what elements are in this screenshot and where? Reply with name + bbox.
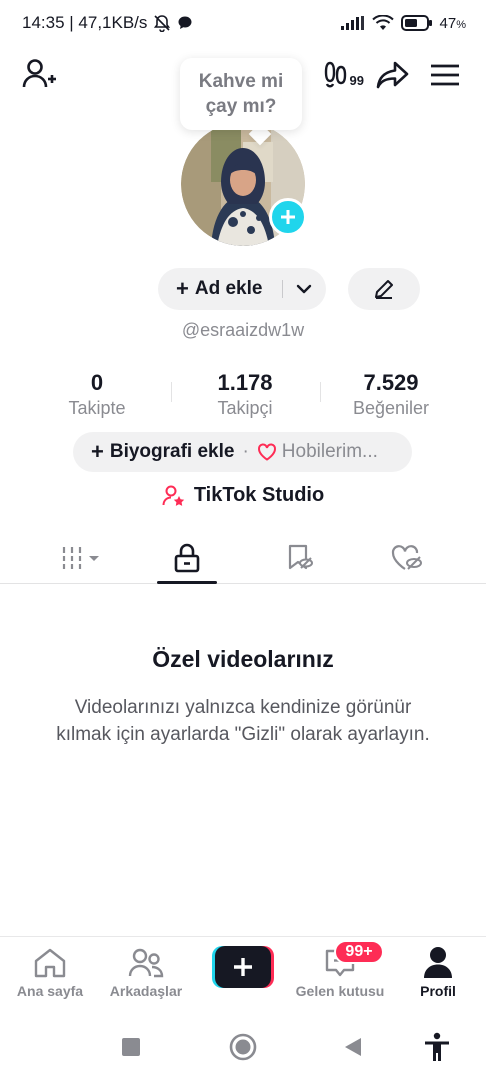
nav-home[interactable]: Ana sayfa — [2, 943, 98, 1005]
status-right: 47% — [340, 15, 466, 32]
profile-action-row: + Ad ekle — [0, 268, 486, 310]
stat-label: Beğeniler — [352, 398, 430, 418]
empty-state-description: Videolarınızı yalnızca kendinize görünür… — [56, 697, 430, 745]
empty-state-title: Özel videolarınız — [152, 646, 334, 672]
pencil-icon — [375, 280, 393, 299]
chat-icon — [177, 15, 193, 31]
status-time-speed: 14:35 | 47,1KB/s — [22, 13, 148, 32]
username[interactable]: @esraaizdw1w — [0, 320, 486, 341]
nav-label: Arkadaşlar — [109, 983, 183, 999]
nav-label: Profil — [420, 983, 456, 999]
content-tabs — [0, 530, 486, 584]
heart-icon — [257, 443, 276, 461]
plus-icon — [281, 210, 295, 224]
battery-icon — [400, 15, 433, 31]
avatar-container[interactable] — [181, 122, 307, 246]
chevron-down-icon[interactable] — [294, 279, 314, 305]
hamburger-menu-icon — [431, 64, 459, 86]
signal-icon — [340, 16, 365, 30]
stat-value: 7.529 — [363, 370, 419, 395]
footprint-icon — [324, 61, 347, 88]
lock-icon — [174, 543, 200, 573]
menu-button[interactable] — [426, 56, 464, 94]
status-bubble-text: Kahve mi çay mı? — [198, 71, 284, 117]
add-bio-button[interactable]: + Biyografi ekle · Hobilerim... — [73, 432, 412, 472]
stat-value: 1.178 — [217, 370, 273, 395]
tab-private[interactable] — [157, 538, 217, 578]
nav-label: Ana sayfa — [16, 983, 84, 999]
profile-icon — [423, 943, 453, 983]
back-triangle-icon — [345, 1038, 361, 1056]
edit-profile-button[interactable] — [348, 268, 420, 310]
stats-row: 0 Takipte 1.178 Takipçi 7.529 Beğeniler — [0, 370, 486, 422]
percent-sign: % — [456, 18, 466, 31]
share-button[interactable] — [374, 56, 412, 94]
accessibility-button[interactable] — [420, 1030, 454, 1064]
grid-icon — [62, 547, 99, 569]
hobbies-label: Hobilerim... — [281, 441, 378, 462]
divider — [282, 280, 283, 298]
stat-label: Takipte — [68, 398, 126, 418]
stat-value: 0 — [90, 370, 104, 395]
nav-profile[interactable]: Profil — [390, 943, 486, 1005]
add-user-icon — [22, 59, 56, 88]
plus-icon: + — [91, 439, 104, 464]
nav-friends[interactable]: Arkadaşlar — [98, 943, 194, 1005]
bell-off-icon — [153, 14, 171, 32]
home-icon — [33, 943, 67, 983]
add-name-button[interactable]: + Ad ekle — [158, 268, 326, 310]
inbox-badge: 99+ — [334, 940, 384, 964]
stat-label: Takipçi — [217, 398, 273, 418]
status-bubble[interactable]: Kahve mi çay mı? — [180, 58, 302, 130]
create-button[interactable] — [212, 946, 274, 988]
status-left: 14:35 | 47,1KB/s — [22, 13, 193, 33]
add-avatar-button[interactable] — [269, 198, 307, 236]
top-right-actions: 99 — [314, 56, 464, 94]
tiktok-studio-link[interactable]: TikTok Studio — [0, 484, 486, 507]
active-tab-indicator — [157, 581, 217, 584]
battery-level: 47% — [440, 15, 466, 32]
back-button[interactable] — [336, 1030, 370, 1064]
studio-user-star-icon — [162, 485, 185, 506]
add-bio-label: Biyografi ekle — [109, 441, 235, 462]
nav-label: Gelen kutusu — [295, 983, 385, 999]
stat-divider — [320, 382, 321, 402]
stat-likes[interactable]: 7.529 Beğeniler — [326, 370, 456, 420]
share-icon — [376, 61, 409, 89]
square-icon — [122, 1038, 140, 1056]
liked-icon — [391, 545, 422, 570]
tab-liked[interactable] — [377, 538, 437, 578]
bio-separator: · — [242, 441, 249, 462]
stat-following[interactable]: 0 Takipte — [32, 370, 162, 420]
stat-followers[interactable]: 1.178 Takipçi — [180, 370, 310, 420]
status-bar: 14:35 | 47,1KB/s 47% — [0, 0, 486, 46]
studio-label: TikTok Studio — [193, 484, 325, 506]
tab-videos[interactable] — [52, 538, 112, 578]
recent-apps-button[interactable] — [114, 1030, 148, 1064]
friends-icon — [128, 943, 164, 983]
circle-icon — [229, 1033, 257, 1061]
battery-value: 47 — [439, 14, 457, 32]
plus-icon: + — [176, 276, 189, 301]
footprint-button[interactable]: 99 — [314, 56, 364, 94]
create-plus-icon — [212, 946, 274, 988]
stat-divider — [171, 382, 172, 402]
accessibility-icon — [425, 1032, 449, 1061]
system-nav-bar — [0, 1010, 486, 1080]
home-system-button[interactable] — [226, 1030, 260, 1064]
footprint-count: 99 — [349, 73, 364, 88]
add-name-label: Ad ekle — [194, 278, 263, 299]
tab-saved[interactable] — [270, 538, 330, 578]
add-friend-button[interactable] — [20, 56, 58, 94]
wifi-icon — [371, 15, 394, 31]
bookmark-icon — [288, 544, 313, 570]
